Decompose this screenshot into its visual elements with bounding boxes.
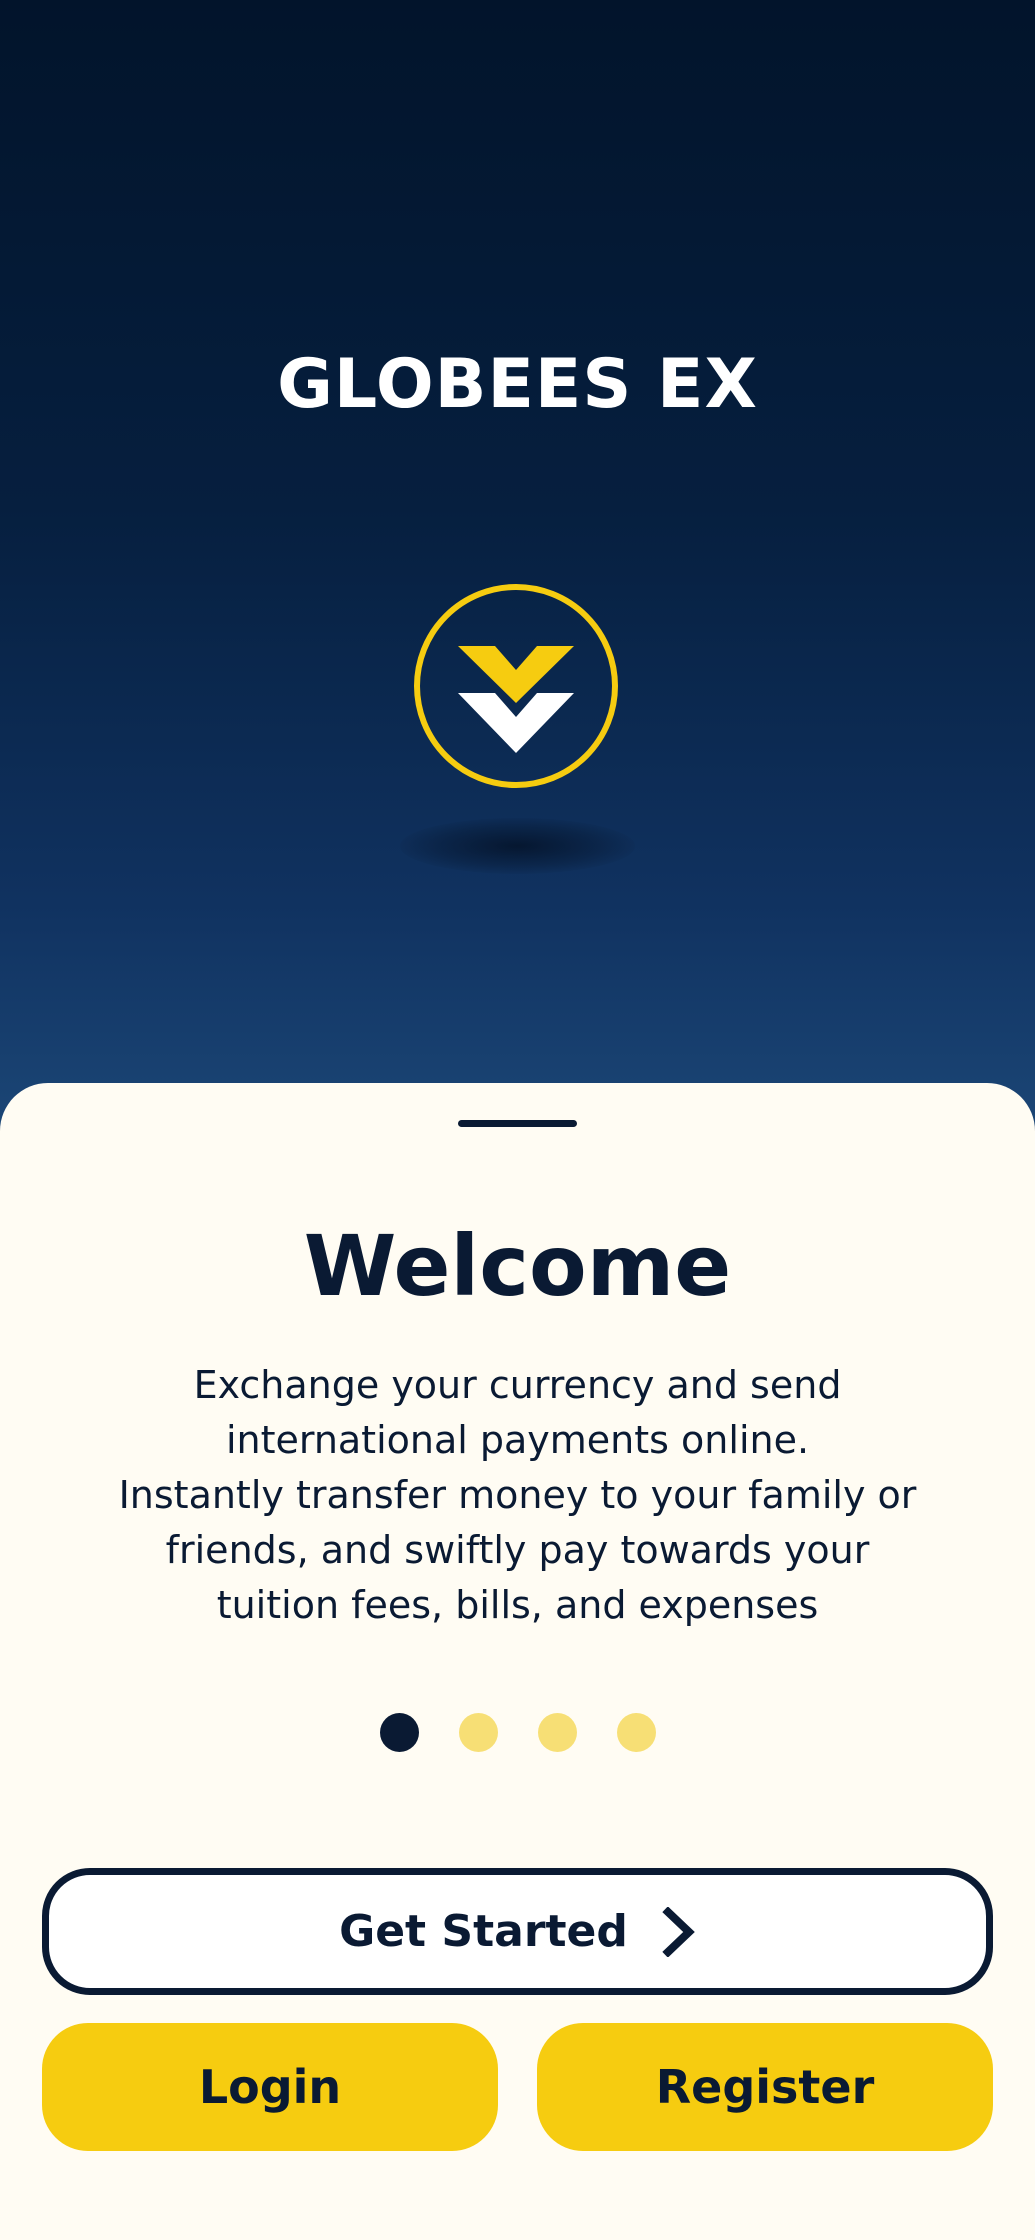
chevron-right-icon xyxy=(662,1906,695,1957)
sheet-drag-handle[interactable] xyxy=(458,1120,577,1127)
pagination-dots xyxy=(0,1713,1035,1752)
bottom-sheet: Welcome Exchange your currency and send … xyxy=(0,1083,1035,2240)
app-title: GLOBEES EX xyxy=(277,345,758,424)
welcome-description: Exchange your currency and send internat… xyxy=(118,1363,917,1627)
get-started-label: Get Started xyxy=(339,1906,628,1957)
pagination-dot-2[interactable] xyxy=(458,1713,498,1752)
welcome-heading: Welcome xyxy=(303,1217,732,1315)
pagination-dot-3[interactable] xyxy=(537,1713,577,1752)
login-button[interactable]: Login xyxy=(42,2023,498,2151)
login-label: Login xyxy=(198,2060,342,2114)
get-started-button[interactable]: Get Started xyxy=(42,1868,993,1995)
register-button[interactable]: Register xyxy=(537,2023,993,2151)
pagination-dot-1[interactable] xyxy=(379,1713,419,1752)
pagination-dot-4[interactable] xyxy=(616,1713,656,1752)
register-label: Register xyxy=(655,2060,875,2114)
hero-banner: GLOBEES EX xyxy=(0,0,1035,1130)
globees-logo-icon xyxy=(414,584,618,788)
logo-shadow xyxy=(400,818,635,874)
